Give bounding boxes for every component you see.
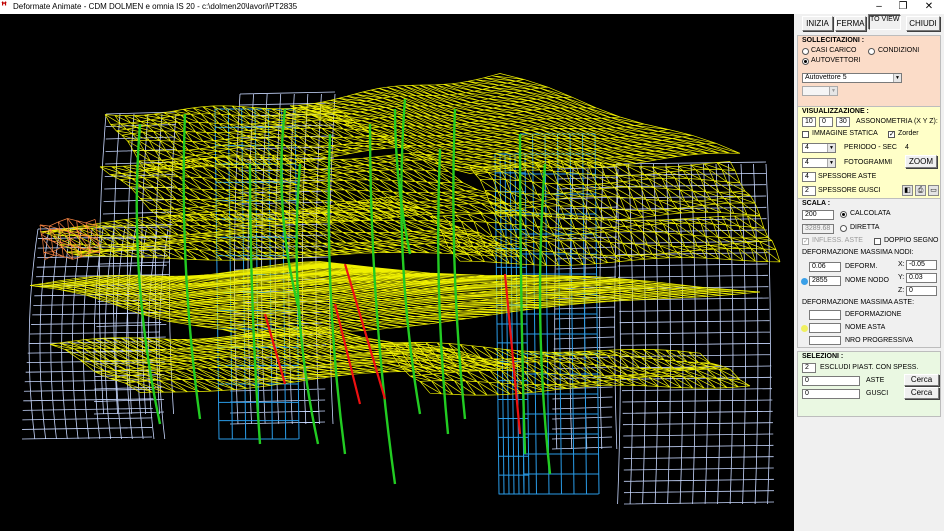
x-label: X:: [898, 261, 905, 268]
gusci-input[interactable]: 0: [802, 389, 860, 399]
minimize-button[interactable]: –: [866, 0, 892, 14]
periodo-value: 4: [805, 144, 809, 151]
fotogrammi-select[interactable]: 4 ▼: [802, 158, 836, 168]
diretta-label: DIRETTA: [850, 224, 880, 231]
zoom-button[interactable]: ZOOM: [905, 155, 937, 168]
aste-deform-label: DEFORMAZIONE: [845, 311, 902, 318]
x-value: -0.05: [906, 260, 937, 270]
cerca-aste-button[interactable]: Cerca: [904, 374, 939, 386]
spessore-gusci-label: SPESSORE GUSCI: [818, 187, 881, 194]
y-value: 0.03: [906, 273, 937, 283]
immagine-statica-checkbox[interactable]: [802, 131, 809, 138]
sollecitazioni-heading: SOLLECITAZIONI :: [802, 37, 865, 44]
aste-input[interactable]: 0: [802, 376, 860, 386]
spessore-gusci-input[interactable]: 2: [802, 186, 816, 196]
radio-autovettori[interactable]: [802, 58, 809, 65]
autovettore-value: Autovettore 5: [805, 74, 847, 81]
radio-calcolata[interactable]: [840, 211, 847, 218]
stop-button[interactable]: FERMA: [835, 16, 866, 31]
radio-casi-carico[interactable]: [802, 48, 809, 55]
infless-aste-label: INFLESS. ASTE: [812, 237, 863, 244]
nome-asta-value: [809, 323, 841, 333]
z-label: Z:: [898, 287, 905, 294]
casi-carico-label: CASI CARICO: [811, 47, 857, 54]
zorder-checkbox[interactable]: ✓: [888, 131, 895, 138]
chevron-down-icon: ▼: [893, 74, 901, 82]
assonometria-label: ASSONOMETRIA (X Y Z):: [856, 118, 938, 125]
def-nodi-label: DEFORMAZIONE MASSIMA NODI:: [802, 249, 914, 256]
aste-label: ASTE: [866, 377, 885, 384]
escludi-input[interactable]: 2: [802, 363, 816, 373]
facade-right-inner: [551, 166, 619, 450]
cerca-gusci-button[interactable]: Cerca: [904, 387, 939, 399]
fotogrammi-label: FOTOGRAMMI: [844, 159, 893, 166]
periodo-select[interactable]: 4 ▼: [802, 143, 836, 153]
y-label: Y:: [898, 274, 905, 281]
sollecitazioni-panel: SOLLECITAZIONI : CASI CARICO CONDIZIONI …: [797, 35, 941, 117]
nome-nodo-value: 2855: [809, 276, 841, 286]
axono-x-input[interactable]: 10: [802, 117, 816, 127]
aste-deform-value: [809, 310, 841, 320]
scala-panel: SCALA : 200 CALCOLATA 3289.68 DIRETTA ✓ …: [797, 198, 941, 348]
chevron-down-icon: ▼: [829, 87, 837, 95]
infless-aste-checkbox[interactable]: ✓: [802, 238, 809, 245]
nodo-marker-icon: [801, 278, 808, 285]
maximize-button[interactable]: ❐: [890, 0, 916, 14]
nro-label: NRO PROGRESSIVA: [845, 337, 913, 344]
scala-diretta-input[interactable]: 3289.68: [802, 224, 834, 234]
to-view-button[interactable]: TO VIEW Zx: [869, 15, 901, 30]
condizioni-label: CONDIZIONI: [878, 47, 920, 54]
control-panel: INIZIA FERMA TO VIEW Zx CHIUDI SOLLECITA…: [794, 14, 944, 531]
start-button[interactable]: INIZIA: [802, 16, 833, 31]
spessore-aste-label: SPESSORE ASTE: [818, 173, 877, 180]
axono-z-input[interactable]: 30: [836, 117, 850, 127]
render-style-icon[interactable]: ◧: [902, 185, 913, 196]
deformation-viewport[interactable]: [0, 14, 794, 531]
radio-condizioni[interactable]: [868, 48, 875, 55]
printer-icon[interactable]: ⎙: [915, 185, 926, 196]
visualizzazione-panel: VISUALIZZAZIONE : 10 0 30 ASSONOMETRIA (…: [797, 106, 941, 210]
nro-value: [809, 336, 841, 345]
radio-diretta[interactable]: [840, 225, 847, 232]
export-image-icon[interactable]: ▭: [928, 185, 939, 196]
axono-y-input[interactable]: 0: [819, 117, 833, 127]
autovettore-select[interactable]: Autovettore 5 ▼: [802, 73, 902, 83]
immagine-statica-label: IMMAGINE STATICA: [812, 130, 878, 137]
doppio-segno-checkbox[interactable]: [874, 238, 881, 245]
dolmen-logo-icon: ꟸ: [1, 1, 8, 12]
close-window-button[interactable]: ✕: [916, 0, 942, 14]
window-title: Deformate Animate - CDM DOLMEN e omnia I…: [13, 2, 298, 11]
escludi-label: ESCLUDI PIAST. CON SPESS.: [820, 364, 919, 371]
scala-input[interactable]: 200: [802, 210, 834, 220]
z-value: 0: [906, 286, 937, 296]
chevron-down-icon: ▼: [827, 144, 835, 152]
asta-marker-icon: [801, 325, 808, 332]
spessore-aste-input[interactable]: 4: [802, 172, 816, 182]
scala-heading: SCALA :: [802, 200, 831, 207]
autovettori-label: AUTOVETTORI: [811, 57, 861, 64]
slab-level-1-right: [379, 342, 751, 396]
deform-label: DEFORM.: [845, 263, 878, 270]
doppio-segno-label: DOPPIO SEGNO: [884, 237, 939, 244]
periodo-label: PERIODO - SEC: [844, 144, 897, 151]
calcolata-label: CALCOLATA: [850, 210, 891, 217]
gusci-label: GUSCI: [866, 390, 889, 397]
deform-value: 0.06: [809, 262, 841, 272]
close-button[interactable]: CHIUDI: [906, 16, 940, 31]
periodo-sec-value: 4: [905, 144, 909, 151]
nome-asta-label: NOME ASTA: [845, 324, 886, 331]
facade-left: [21, 226, 169, 440]
selezioni-heading: SELEZIONI :: [802, 353, 844, 360]
fotogrammi-value: 4: [805, 159, 809, 166]
def-aste-label: DEFORMAZIONE MASSIMA ASTE:: [802, 299, 915, 306]
sub-select[interactable]: ▼: [802, 86, 838, 96]
selezioni-panel: SELEZIONI : 2 ESCLUDI PIAST. CON SPESS. …: [797, 351, 941, 417]
title-bar: ꟸ Deformate Animate - CDM DOLMEN e omnia…: [0, 0, 944, 14]
nome-nodo-label: NOME NODO: [845, 277, 889, 284]
zorder-label: Zorder: [898, 130, 919, 137]
visualizzazione-heading: VISUALIZZAZIONE :: [802, 108, 869, 115]
chevron-down-icon: ▼: [827, 159, 835, 167]
structure-wireframe: [21, 73, 781, 505]
